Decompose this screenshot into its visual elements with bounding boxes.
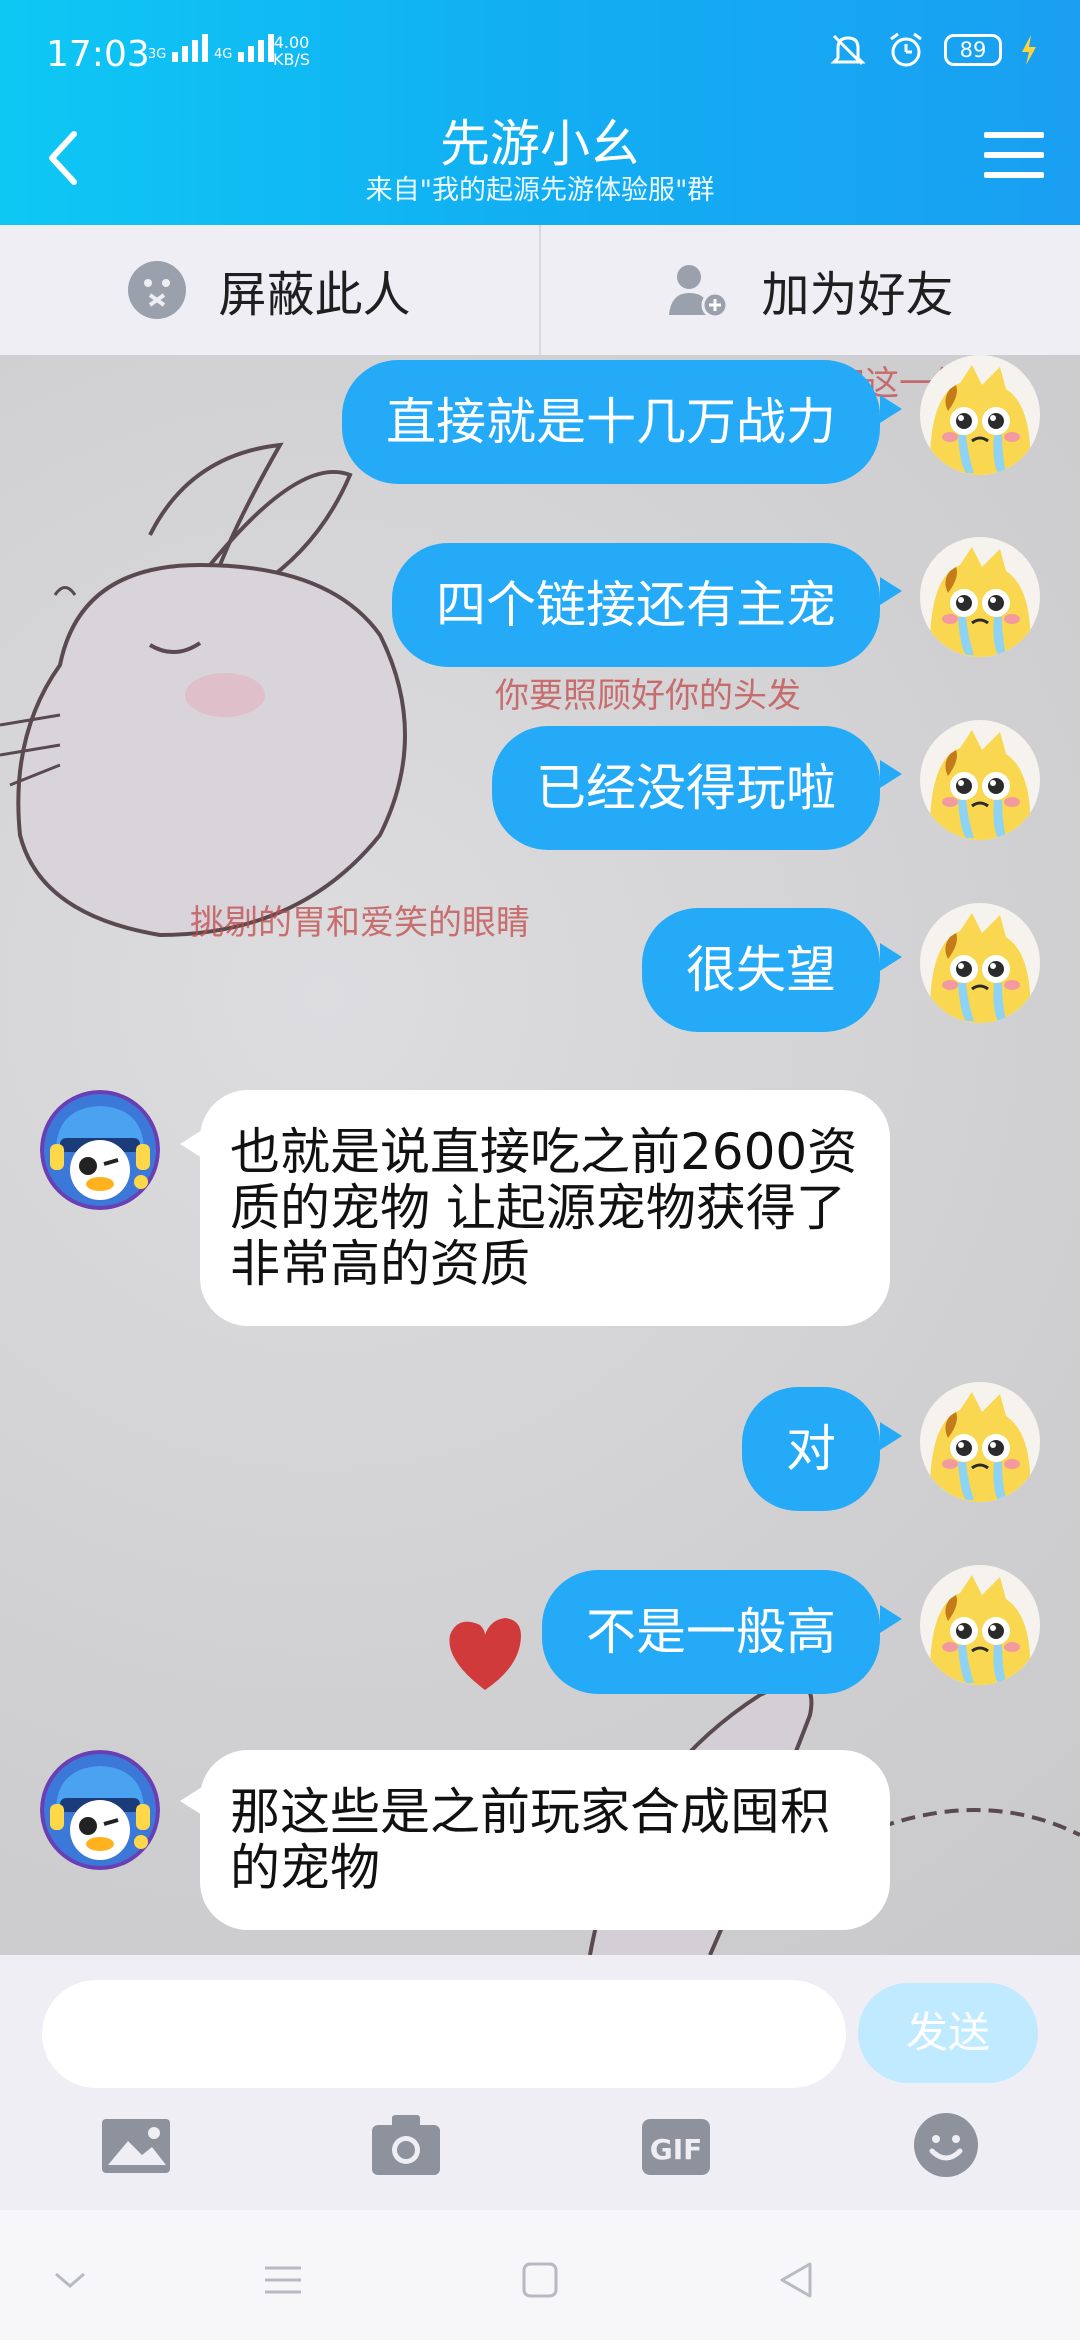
wallpaper-text-2: 你要照顾好你的头发 [495, 676, 801, 716]
image-icon[interactable] [96, 2105, 176, 2185]
message-bubble-sent[interactable]: 对 [742, 1387, 880, 1511]
signal-4g-icon: 4G [214, 34, 275, 62]
message-bubble-sent[interactable]: 直接就是十几万战力 [342, 360, 880, 484]
alarm-icon [890, 32, 922, 67]
battery-icon: 89 [944, 34, 1002, 66]
user-avatar[interactable] [920, 1382, 1040, 1502]
back-triangle-icon[interactable] [766, 2250, 826, 2310]
message-bubble-sent[interactable]: 很失望 [642, 908, 880, 1032]
charging-icon [1022, 35, 1036, 65]
system-navigation-bar [0, 2210, 1080, 2340]
user-avatar[interactable] [920, 903, 1040, 1023]
recent-apps-icon[interactable] [253, 2250, 313, 2310]
chat-header: 17:03 3G 4G 4.00 KB/S 89 先游小幺 来自"我的起源先游体… [0, 0, 1080, 225]
add-friend-button[interactable]: 加为好友 [541, 225, 1080, 355]
input-toolbar: GIF [0, 2105, 1080, 2195]
heart-wallpaper-icon [449, 1618, 521, 1690]
status-icons: 89 [828, 30, 1038, 70]
camera-icon[interactable] [366, 2105, 446, 2185]
block-icon [128, 261, 187, 319]
send-button[interactable]: 发送 [858, 1983, 1038, 2083]
block-user-button[interactable]: 屏蔽此人 [0, 225, 541, 355]
signal-3g-icon: 3G [148, 34, 209, 62]
user-avatar[interactable] [920, 355, 1040, 475]
page-title: 先游小幺 [440, 115, 640, 173]
user-avatar[interactable] [920, 537, 1040, 657]
user-avatar[interactable] [920, 1565, 1040, 1685]
profile-action-bar: 屏蔽此人 加为好友 [0, 225, 1080, 355]
emoji-icon[interactable] [906, 2105, 986, 2185]
svg-text:GIF: GIF [650, 2133, 703, 2166]
menu-icon[interactable] [984, 132, 1044, 182]
message-bubble-sent[interactable]: 不是一般高 [542, 1570, 880, 1694]
chevron-down-icon[interactable] [40, 2250, 100, 2310]
sender-avatar[interactable] [40, 1750, 160, 1870]
message-bubble-received[interactable]: 那这些是之前玩家合成囤积的宠物 [200, 1750, 890, 1930]
block-user-label: 屏蔽此人 [218, 267, 411, 323]
chat-message-list[interactable]: 醒来后能酩酊大醉过完这一生 你要照顾好你的头发 挑剔的胃和爱笑的眼睛 直接就是十… [0, 355, 1080, 1955]
home-icon[interactable] [510, 2250, 570, 2310]
group-source-subtitle: 来自"我的起源先游体验服"群 [365, 175, 715, 206]
add-friend-label: 加为好友 [761, 267, 954, 323]
message-bubble-sent[interactable]: 已经没得玩啦 [492, 726, 880, 850]
sender-avatar[interactable] [40, 1090, 160, 1210]
message-input-bar: 发送 GIF [0, 1955, 1080, 2210]
wallpaper-text-3: 挑剔的胃和爱笑的眼睛 [190, 903, 530, 943]
user-avatar[interactable] [920, 720, 1040, 840]
status-time: 17:03 [46, 34, 150, 75]
message-bubble-received[interactable]: 也就是说直接吃之前2600资质的宠物 让起源宠物获得了非常高的资质 [200, 1090, 890, 1326]
add-friend-icon [669, 265, 729, 319]
gif-icon[interactable]: GIF [636, 2105, 716, 2185]
message-input[interactable] [42, 1980, 846, 2088]
message-bubble-sent[interactable]: 四个链接还有主宠 [392, 543, 880, 667]
status-bar: 17:03 3G 4G 4.00 KB/S 89 [0, 0, 1080, 105]
mute-bell-icon [830, 34, 866, 66]
network-speed: 4.00 KB/S [273, 33, 311, 69]
